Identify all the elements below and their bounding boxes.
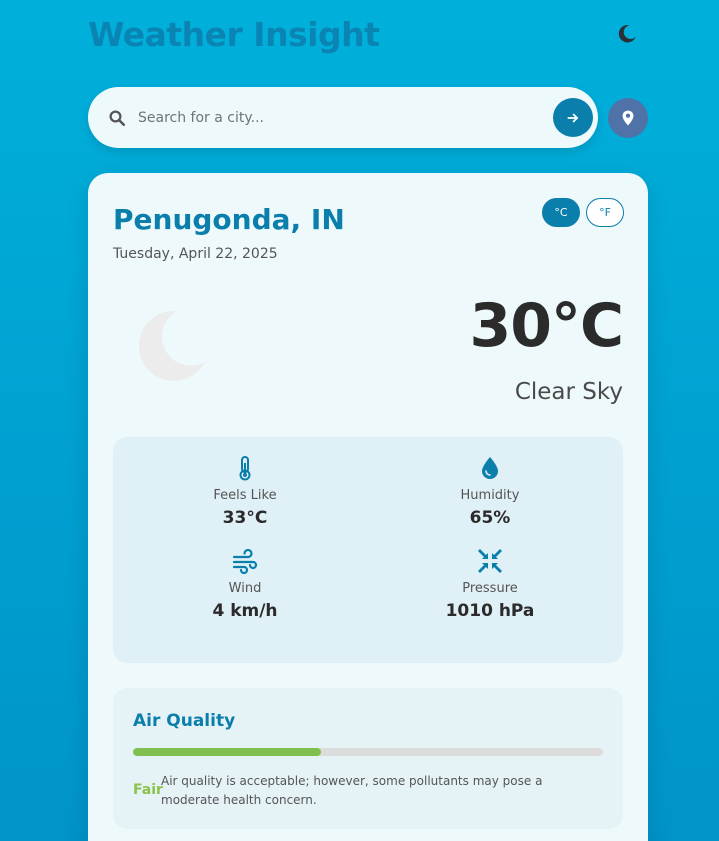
air-quality-description: Air quality is acceptable; however, some…	[161, 774, 543, 807]
detail-value: 65%	[469, 508, 511, 528]
detail-value: 4 km/h	[212, 601, 278, 621]
air-quality-panel: Air Quality Fair Air quality is acceptab…	[113, 688, 623, 829]
air-quality-title: Air Quality	[133, 711, 236, 731]
wind-icon	[232, 548, 258, 574]
detail-label: Pressure	[462, 581, 518, 596]
theme-toggle-button[interactable]	[612, 19, 642, 49]
detail-value: 33°C	[222, 508, 268, 528]
fahrenheit-toggle[interactable]: °F	[586, 198, 624, 227]
moon-icon	[618, 25, 636, 43]
droplet-icon	[482, 457, 498, 479]
air-quality-bar	[133, 748, 603, 756]
detail-label: Feels Like	[213, 488, 277, 503]
weather-card: Penugonda, IN Tuesday, April 22, 2025 °C…	[88, 173, 648, 841]
current-location-button[interactable]	[608, 98, 648, 138]
detail-humidity: Humidity 65%	[400, 455, 580, 528]
location-pin-icon	[622, 110, 634, 126]
search-input[interactable]	[138, 105, 548, 131]
weather-details: Feels Like 33°C Humidity 65% Wind 4 km/h	[113, 437, 623, 663]
detail-wind: Wind 4 km/h	[155, 548, 335, 621]
app-title: Weather Insight	[88, 15, 380, 54]
air-quality-bar-fill	[133, 748, 321, 756]
search-bar	[88, 87, 598, 148]
weather-condition: Clear Sky	[514, 379, 623, 405]
detail-pressure: Pressure 1010 hPa	[400, 548, 580, 621]
detail-feels-like: Feels Like 33°C	[155, 455, 335, 528]
compress-icon	[478, 549, 502, 573]
air-quality-level: Fair	[133, 782, 163, 798]
search-icon	[109, 110, 126, 127]
city-name: Penugonda, IN	[113, 203, 345, 236]
arrow-right-icon	[567, 113, 578, 122]
celsius-toggle[interactable]: °C	[542, 198, 580, 227]
detail-label: Humidity	[460, 488, 520, 503]
thermometer-icon	[239, 456, 251, 481]
detail-label: Wind	[228, 581, 262, 596]
detail-value: 1010 hPa	[445, 601, 535, 621]
current-date: Tuesday, April 22, 2025	[113, 246, 278, 262]
search-submit-button[interactable]	[553, 98, 593, 137]
moon-icon	[138, 310, 205, 381]
current-temperature: 30°C	[469, 291, 624, 361]
